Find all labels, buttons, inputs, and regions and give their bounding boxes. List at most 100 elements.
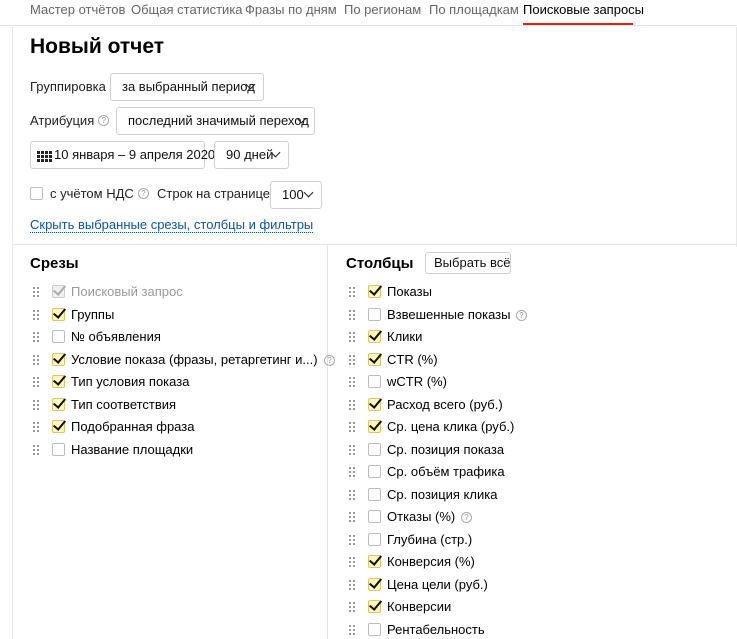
- page-title: Новый отчет: [30, 35, 165, 58]
- drag-handle-icon[interactable]: [349, 602, 355, 613]
- item-checkbox[interactable]: [52, 307, 65, 321]
- item-checkbox[interactable]: [368, 352, 381, 366]
- rows-per-page-label: Строк на странице: [157, 186, 271, 201]
- item-checkbox[interactable]: [368, 487, 381, 501]
- drag-handle-icon[interactable]: [33, 309, 39, 321]
- grouping-value: за выбранный период: [122, 79, 255, 94]
- select-all-button[interactable]: Выбрать всё: [425, 252, 511, 274]
- drag-handle-icon[interactable]: [349, 467, 355, 478]
- item-label: Тип условия показа: [71, 374, 190, 389]
- item-checkbox[interactable]: [368, 442, 381, 456]
- drag-handle-icon[interactable]: [33, 422, 39, 433]
- vat-label-text: с учётом НДС: [50, 186, 134, 201]
- attribution-select[interactable]: последний значимый переход: [116, 107, 315, 135]
- grouping-label: Группировка: [30, 79, 106, 94]
- item-checkbox[interactable]: [368, 420, 381, 433]
- item-checkbox[interactable]: [52, 330, 65, 343]
- item-checkbox[interactable]: [368, 397, 381, 411]
- item-label: wCTR (%): [387, 374, 447, 389]
- drag-handle-icon[interactable]: [33, 444, 39, 456]
- slices-title: Срезы: [30, 255, 79, 272]
- attribution-label: Атрибуция?: [30, 113, 110, 128]
- drag-handle-icon[interactable]: [349, 557, 355, 568]
- drag-handle-icon[interactable]: [349, 579, 355, 591]
- rows-per-page-select[interactable]: 100: [270, 181, 322, 209]
- item-checkbox[interactable]: [52, 442, 65, 456]
- item-checkbox[interactable]: [52, 375, 65, 388]
- item-label: Группы: [71, 306, 115, 322]
- period-select[interactable]: 90 дней: [214, 141, 289, 169]
- drag-handle-icon[interactable]: [33, 287, 39, 298]
- tab-search-queries[interactable]: Поисковые запросы: [523, 2, 644, 17]
- attribution-value: последний значимый переход: [128, 113, 309, 128]
- item-label: Ср. позиция клика: [387, 486, 498, 502]
- item-label: Клики: [387, 329, 423, 344]
- drag-handle-icon[interactable]: [349, 624, 355, 636]
- drag-handle-icon[interactable]: [349, 354, 355, 366]
- columns-title: Столбцы: [346, 255, 414, 272]
- item-checkbox[interactable]: [52, 352, 65, 366]
- item-checkbox[interactable]: [368, 600, 381, 613]
- tab-by-site[interactable]: По площадкам: [429, 2, 519, 17]
- drag-handle-icon[interactable]: [349, 332, 355, 343]
- item-checkbox[interactable]: [368, 330, 381, 343]
- help-icon[interactable]: ?: [516, 309, 527, 321]
- drag-handle-icon[interactable]: [33, 399, 39, 411]
- tab-phrases-by-day[interactable]: Фразы по дням: [245, 2, 337, 17]
- item-label: Название площадки: [71, 441, 194, 457]
- drag-handle-icon[interactable]: [349, 309, 355, 321]
- item-checkbox[interactable]: [368, 285, 381, 298]
- help-icon[interactable]: ?: [324, 354, 335, 366]
- drag-handle-icon[interactable]: [349, 377, 355, 388]
- item-checkbox[interactable]: [52, 420, 65, 433]
- drag-handle-icon[interactable]: [349, 444, 355, 456]
- grouping-select[interactable]: за выбранный период: [110, 73, 264, 101]
- item-checkbox[interactable]: [368, 465, 381, 478]
- item-label: Ср. позиция показа: [387, 441, 505, 457]
- item-checkbox[interactable]: [368, 307, 381, 321]
- item-label: Конверсии: [387, 599, 452, 614]
- item-label: Взвешенные показы: [387, 306, 511, 322]
- drag-handle-icon[interactable]: [349, 534, 355, 546]
- help-icon[interactable]: ?: [461, 512, 472, 523]
- hide-filters-link[interactable]: Скрыть выбранные срезы, столбцы и фильтр…: [30, 217, 314, 233]
- item-label: Цена цели (руб.): [387, 576, 488, 592]
- period-value: 90 дней: [226, 147, 274, 162]
- drag-handle-icon[interactable]: [349, 399, 355, 411]
- item-checkbox[interactable]: [368, 577, 381, 591]
- item-checkbox[interactable]: [52, 397, 65, 411]
- section-divider: [13, 244, 737, 245]
- vat-checkbox[interactable]: [30, 187, 43, 200]
- help-icon[interactable]: ?: [137, 188, 149, 199]
- drag-handle-icon[interactable]: [33, 354, 39, 366]
- item-label: Поисковый запрос: [71, 284, 183, 299]
- item-label: Отказы (%): [387, 509, 456, 524]
- item-label: Рентабельность: [387, 621, 485, 637]
- tab-report-master[interactable]: Мастер отчётов: [30, 2, 125, 17]
- item-checkbox[interactable]: [368, 532, 381, 546]
- tab-general-stats[interactable]: Общая статистика: [131, 2, 243, 17]
- item-label: CTR (%): [387, 351, 438, 367]
- chevron-down-icon: [303, 187, 314, 198]
- tab-by-region[interactable]: По регионам: [344, 2, 421, 17]
- drag-handle-icon[interactable]: [33, 332, 39, 343]
- drag-handle-icon[interactable]: [33, 377, 39, 388]
- item-checkbox[interactable]: [368, 375, 381, 388]
- item-checkbox[interactable]: [368, 622, 381, 636]
- item-checkbox[interactable]: [368, 555, 381, 568]
- item-label: Тип соответствия: [71, 396, 177, 412]
- date-range-picker[interactable]: 10 января – 9 апреля 2020: [30, 141, 215, 169]
- item-label: Глубина (стр.): [387, 531, 473, 547]
- rows-per-page-value: 100: [282, 187, 304, 202]
- item-label: Условие показа (фразы, ретаргетинг и...): [71, 351, 318, 367]
- drag-handle-icon[interactable]: [349, 489, 355, 501]
- item-checkbox[interactable]: [368, 510, 381, 523]
- item-label: Показы: [387, 284, 432, 299]
- item-label: Подобранная фраза: [71, 419, 195, 434]
- drag-handle-icon[interactable]: [349, 287, 355, 298]
- drag-handle-icon[interactable]: [349, 512, 355, 523]
- attribution-label-text: Атрибуция: [30, 113, 95, 128]
- drag-handle-icon[interactable]: [349, 422, 355, 433]
- item-label: Расход всего (руб.): [387, 396, 503, 412]
- help-icon[interactable]: ?: [98, 115, 110, 126]
